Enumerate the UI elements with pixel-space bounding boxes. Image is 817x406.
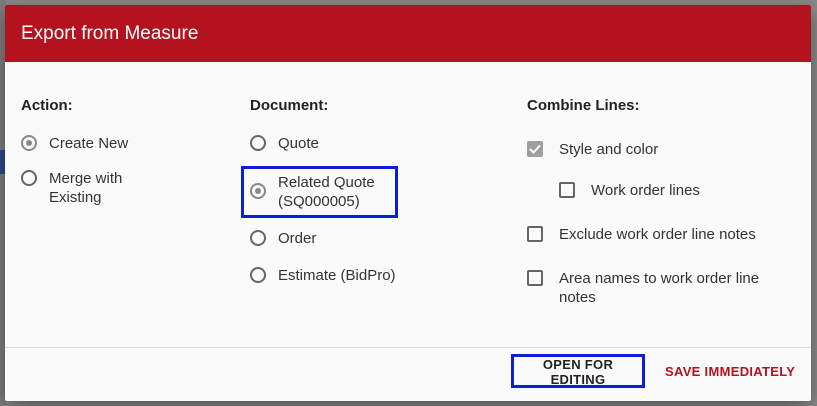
radio-icon[interactable] [250,135,266,151]
combine-title: Combine Lines: [527,97,640,114]
checkbox-work-order-lines[interactable]: Work order lines [559,181,787,200]
checkbox-label: Exclude work order line notes [559,226,756,243]
checkbox[interactable] [559,182,575,198]
checkbox-label: Area names to work order line notes [559,270,760,306]
open-for-editing-button[interactable]: OPEN FOR EDITING [511,354,645,388]
checkbox-checked[interactable] [527,141,543,157]
checkbox-label: Work order lines [591,182,700,199]
save-immediately-button[interactable]: SAVE IMMEDIATELY [665,354,795,388]
radio-selected-icon[interactable] [21,135,37,151]
checkbox-area-names[interactable]: Area names to work order line notes [527,269,787,307]
checkbox[interactable] [527,226,543,242]
radio-related-quote[interactable]: Related Quote (SQ000005) [241,166,398,218]
radio-quote[interactable]: Quote [250,134,396,153]
radio-label: Merge with Existing [49,170,123,206]
dialog-header: Export from Measure [5,5,811,62]
radio-label: Estimate (BidPro) [278,267,396,284]
export-dialog: Export from Measure Action: Create New M… [5,5,811,401]
radio-label: Order [278,230,317,247]
radio-merge-existing[interactable]: Merge with Existing [21,169,171,207]
footer-divider [5,347,811,348]
radio-icon[interactable] [250,267,266,283]
checkbox[interactable] [527,270,543,286]
radio-selected-icon[interactable] [250,183,266,199]
radio-label: Related Quote (SQ000005) [278,174,375,210]
action-group: Action: Create New Merge with Existing [21,97,171,207]
action-title: Action: [21,97,73,114]
radio-icon[interactable] [250,230,266,246]
radio-icon[interactable] [21,170,37,186]
checkbox-label: Style and color [559,141,659,158]
dialog-title: Export from Measure [21,22,199,44]
radio-label: Create New [49,135,129,152]
checkmark-icon [529,144,541,154]
combine-group: Combine Lines: Style and color Work orde… [527,97,787,307]
checkbox-style-color[interactable]: Style and color [527,140,787,159]
radio-create-new[interactable]: Create New [21,134,171,153]
document-group: Document: Quote Related Quote (SQ000005)… [241,97,398,285]
radio-label: Quote [278,135,319,152]
checkbox-exclude-notes[interactable]: Exclude work order line notes [527,225,787,244]
radio-order[interactable]: Order [250,229,396,248]
radio-estimate-bidpro[interactable]: Estimate (BidPro) [250,266,396,285]
document-title: Document: [250,97,329,114]
